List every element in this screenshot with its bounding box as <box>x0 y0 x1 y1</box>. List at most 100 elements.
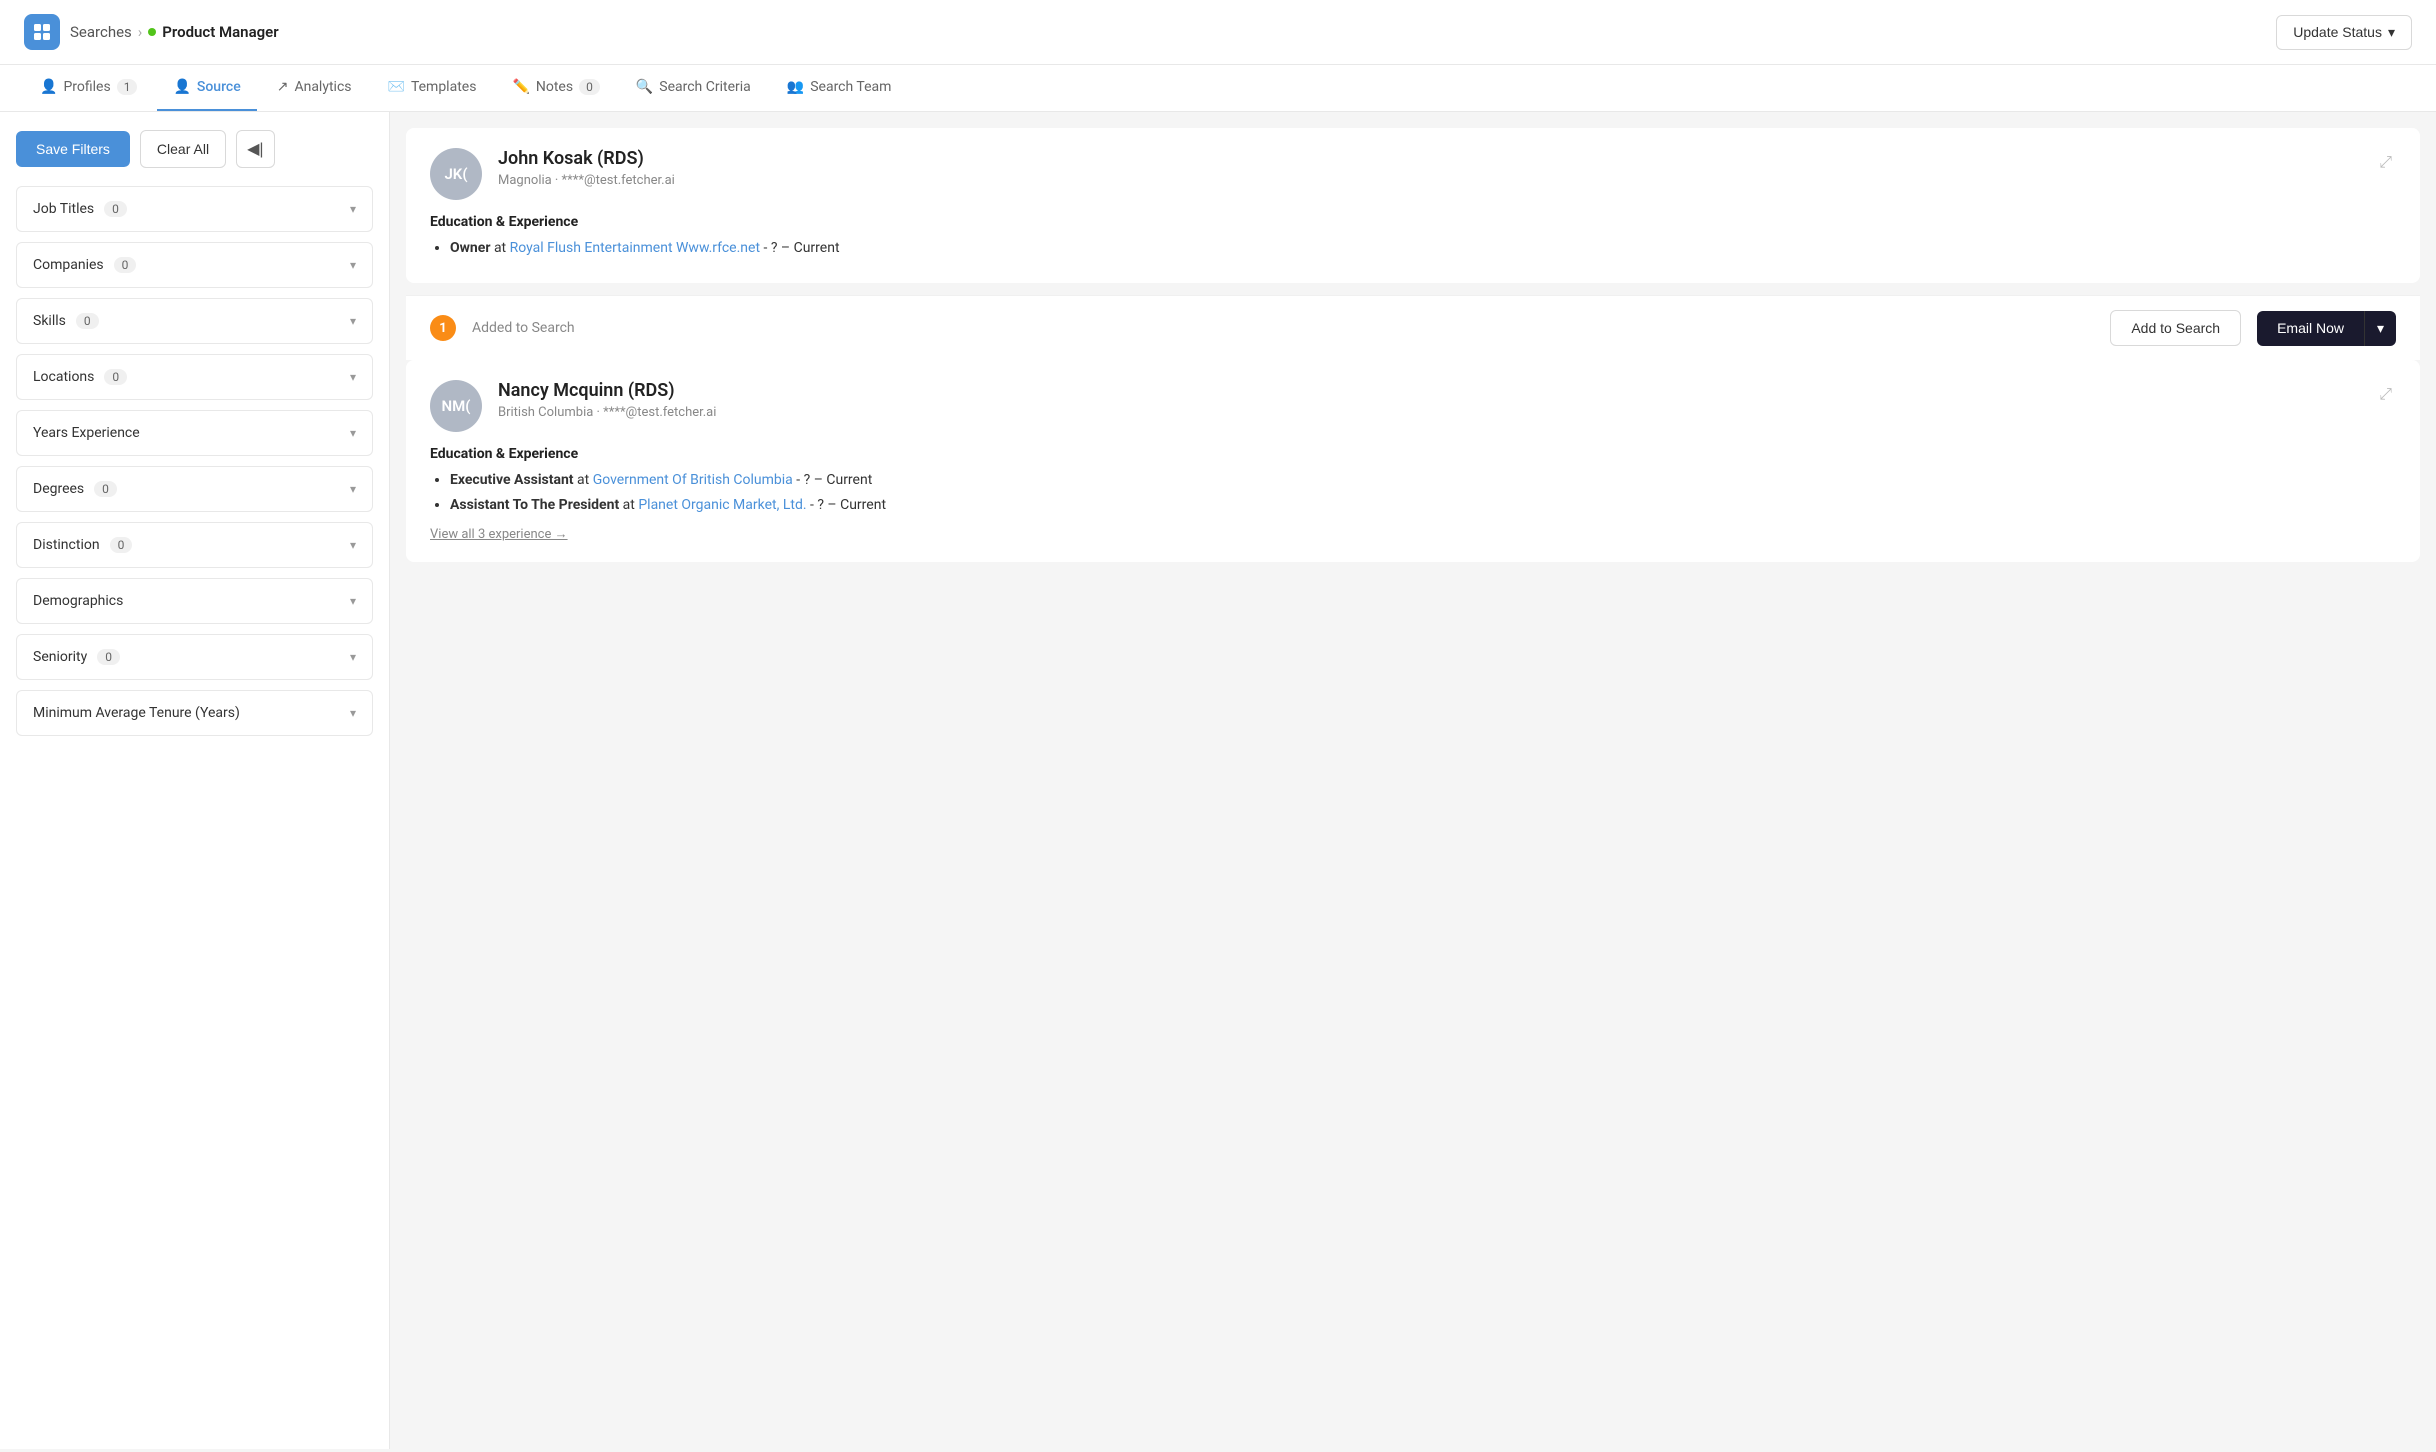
avatar-nancy: NM( <box>430 380 482 432</box>
add-to-search-label: Add to Search <box>2131 320 2220 336</box>
filter-job-titles-count: 0 <box>104 201 127 217</box>
email-now-label: Email Now <box>2277 320 2344 336</box>
add-to-search-button[interactable]: Add to Search <box>2110 310 2241 346</box>
filter-skills-label: Skills <box>33 313 66 329</box>
profiles-icon: 👤 <box>40 79 57 95</box>
filter-locations-count: 0 <box>104 369 127 385</box>
avatar-john: JK( <box>430 148 482 200</box>
profile-info-nancy: Nancy Mcquinn (RDS) British Columbia · *… <box>498 380 716 420</box>
content-area: JK( John Kosak (RDS) Magnolia · ****@tes… <box>390 112 2436 1449</box>
exp-role: Executive Assistant <box>450 472 574 488</box>
added-to-search-bar: 1 Added to Search Add to Search Email No… <box>406 295 2420 360</box>
filter-distinction-left: Distinction 0 <box>33 537 132 553</box>
templates-icon: ✉️ <box>388 79 405 95</box>
tab-profiles-label: Profiles <box>63 79 110 95</box>
filter-demographics-label: Demographics <box>33 593 123 609</box>
filter-seniority-left: Seniority 0 <box>33 649 120 665</box>
tab-templates-label: Templates <box>411 79 477 95</box>
filter-minimum-average-tenure-left: Minimum Average Tenure (Years) <box>33 705 240 721</box>
top-bar: Searches › Product Manager Update Status… <box>0 0 2436 65</box>
filter-degrees[interactable]: Degrees 0 ▾ <box>16 466 373 512</box>
filter-skills[interactable]: Skills 0 ▾ <box>16 298 373 344</box>
filter-distinction[interactable]: Distinction 0 ▾ <box>16 522 373 568</box>
filter-job-titles-chevron: ▾ <box>350 202 356 216</box>
breadcrumb-parent[interactable]: Searches <box>70 23 132 41</box>
added-badge: 1 <box>430 315 456 341</box>
update-status-label: Update Status <box>2293 24 2382 40</box>
profile-header-john: JK( John Kosak (RDS) Magnolia · ****@tes… <box>430 148 675 200</box>
email-now-button[interactable]: Email Now <box>2257 311 2364 346</box>
filter-years-experience-left: Years Experience <box>33 425 140 441</box>
tab-search-team-label: Search Team <box>810 79 891 95</box>
breadcrumb: Searches › Product Manager <box>70 23 279 41</box>
tab-search-criteria[interactable]: 🔍 Search Criteria <box>620 65 767 111</box>
profile-card-nancy-mcquinn: NM( Nancy Mcquinn (RDS) British Columbia… <box>406 360 2420 562</box>
filter-minimum-average-tenure-label: Minimum Average Tenure (Years) <box>33 705 240 721</box>
save-filters-button[interactable]: Save Filters <box>16 131 130 167</box>
filter-years-experience[interactable]: Years Experience ▾ <box>16 410 373 456</box>
filter-companies-left: Companies 0 <box>33 257 136 273</box>
filter-seniority-chevron: ▾ <box>350 650 356 664</box>
filter-years-experience-label: Years Experience <box>33 425 140 441</box>
exp-company-link[interactable]: Government Of British Columbia <box>593 472 793 488</box>
filter-companies-count: 0 <box>114 257 137 273</box>
list-item: Owner at Royal Flush Entertainment Www.r… <box>450 238 2396 259</box>
collapse-sidebar-button[interactable]: ◀| <box>236 130 274 168</box>
expand-icon-nancy[interactable]: ⤢ <box>2375 380 2396 408</box>
filter-minimum-average-tenure[interactable]: Minimum Average Tenure (Years) ▾ <box>16 690 373 736</box>
clear-all-button[interactable]: Clear All <box>140 130 226 168</box>
view-all-experience[interactable]: View all 3 experience → <box>430 526 568 542</box>
exp-list-john: Owner at Royal Flush Entertainment Www.r… <box>430 238 2396 259</box>
analytics-icon: ↗ <box>277 79 289 95</box>
filter-degrees-left: Degrees 0 <box>33 481 117 497</box>
email-now-group: Email Now ▾ <box>2257 311 2396 346</box>
top-bar-left: Searches › Product Manager <box>24 14 279 50</box>
filter-degrees-count: 0 <box>94 481 117 497</box>
filter-degrees-chevron: ▾ <box>350 482 356 496</box>
filter-distinction-chevron: ▾ <box>350 538 356 552</box>
filter-locations[interactable]: Locations 0 ▾ <box>16 354 373 400</box>
breadcrumb-current: Product Manager <box>148 23 278 41</box>
filter-seniority-count: 0 <box>97 649 120 665</box>
filter-distinction-label: Distinction <box>33 537 100 553</box>
added-count: 1 <box>439 321 446 336</box>
exp-company-link[interactable]: Planet Organic Market, Ltd. <box>638 497 806 513</box>
filter-locations-label: Locations <box>33 369 94 385</box>
filter-distinction-count: 0 <box>110 537 133 553</box>
filter-companies[interactable]: Companies 0 ▾ <box>16 242 373 288</box>
filter-seniority[interactable]: Seniority 0 ▾ <box>16 634 373 680</box>
profile-header-nancy: NM( Nancy Mcquinn (RDS) British Columbia… <box>430 380 716 432</box>
breadcrumb-separator: › <box>138 23 143 41</box>
filter-degrees-label: Degrees <box>33 481 84 497</box>
filter-skills-count: 0 <box>76 313 99 329</box>
edu-exp-section-nancy: Education & Experience Executive Assista… <box>430 446 2396 542</box>
email-now-dropdown-button[interactable]: ▾ <box>2364 311 2396 346</box>
tab-source[interactable]: 👤 Source <box>157 65 256 111</box>
search-team-icon: 👥 <box>787 79 804 95</box>
tab-notes[interactable]: ✏️ Notes 0 <box>496 65 615 111</box>
tab-analytics[interactable]: ↗ Analytics <box>261 65 368 111</box>
breadcrumb-title: Product Manager <box>162 23 278 41</box>
source-icon: 👤 <box>173 79 190 95</box>
filter-demographics[interactable]: Demographics ▾ <box>16 578 373 624</box>
tab-notes-label: Notes <box>536 79 573 95</box>
collapse-icon: ◀| <box>247 139 263 159</box>
exp-role: Owner <box>450 240 490 256</box>
tab-templates[interactable]: ✉️ Templates <box>372 65 493 111</box>
edu-exp-title-nancy: Education & Experience <box>430 446 2396 462</box>
filter-job-titles[interactable]: Job Titles 0 ▾ <box>16 186 373 232</box>
update-status-button[interactable]: Update Status ▾ <box>2276 15 2412 50</box>
sidebar: Save Filters Clear All ◀| Job Titles 0 ▾… <box>0 112 390 1449</box>
tab-profiles[interactable]: 👤 Profiles 1 <box>24 65 153 111</box>
tab-search-team[interactable]: 👥 Search Team <box>771 65 908 111</box>
tab-search-criteria-label: Search Criteria <box>659 79 751 95</box>
notes-icon: ✏️ <box>512 79 529 95</box>
tab-profiles-badge: 1 <box>117 79 138 95</box>
tab-analytics-label: Analytics <box>294 79 351 95</box>
save-filters-label: Save Filters <box>36 141 110 157</box>
exp-company-link[interactable]: Royal Flush Entertainment Www.rfce.net <box>510 240 760 256</box>
filter-skills-chevron: ▾ <box>350 314 356 328</box>
expand-icon-john[interactable]: ⤢ <box>2375 148 2396 176</box>
list-item: Executive Assistant at Government Of Bri… <box>450 470 2396 491</box>
filter-companies-label: Companies <box>33 257 104 273</box>
